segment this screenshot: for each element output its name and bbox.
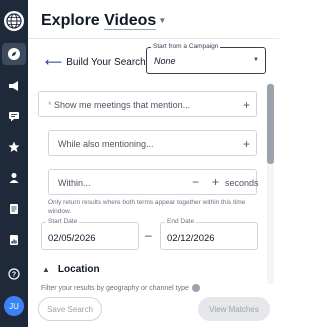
sidebar: ? JU [0, 0, 28, 327]
within-hint: Only return results where both terms app… [48, 199, 246, 215]
save-search-button[interactable]: Save Search [38, 297, 102, 321]
start-date-field[interactable]: Start Date 02/05/2026 [41, 218, 139, 250]
plus-icon[interactable]: + [243, 137, 250, 151]
start-date-label: Start Date [46, 218, 80, 225]
globe-logo-icon[interactable] [4, 11, 24, 31]
chevron-up-icon: ▲ [42, 265, 50, 274]
user-icon[interactable] [4, 168, 24, 188]
divider [28, 38, 279, 39]
campaign-select[interactable]: Start from a Campaign None ▼ [146, 43, 266, 74]
star-icon[interactable] [4, 137, 24, 157]
meetings-mention-input[interactable]: * Show me meetings that mention... + [38, 91, 257, 117]
minus-icon[interactable]: − [192, 175, 199, 189]
compass-icon[interactable] [2, 43, 26, 65]
meetings-placeholder: Show me meetings that mention... [54, 100, 191, 110]
chevron-down-icon: ▼ [253, 57, 259, 63]
arrow-left-icon: ⟵ [45, 55, 63, 69]
end-date-value: 02/12/2026 [167, 233, 215, 244]
document-icon[interactable] [4, 199, 24, 219]
scrollbar-thumb[interactable] [267, 84, 274, 164]
end-date-label: End Date [165, 218, 197, 225]
view-matches-button[interactable]: View Matches [198, 297, 270, 321]
plus-icon[interactable]: + [212, 175, 219, 189]
date-range-separator: – [145, 228, 152, 242]
svg-text:?: ? [12, 272, 16, 279]
within-unit: seconds [225, 178, 259, 188]
report-icon[interactable] [4, 230, 24, 250]
content-type-selector[interactable]: Videos [104, 12, 157, 30]
help-icon[interactable]: ? [4, 264, 24, 284]
within-placeholder: Within... [58, 178, 91, 188]
campaign-value: None [154, 56, 176, 66]
footer: Save Search View Matches [28, 292, 279, 327]
page-title: Explore Videos ▼ [41, 12, 166, 30]
info-icon[interactable] [191, 284, 200, 292]
also-mention-input[interactable]: While also mentioning... + [48, 130, 257, 156]
location-section-toggle[interactable]: ▲ Location [42, 264, 100, 275]
main-panel: Explore Videos ▼ ⟵ Build Your Search Star… [28, 0, 279, 327]
message-icon[interactable] [4, 106, 24, 126]
back-button[interactable]: ⟵ Build Your Search [45, 55, 146, 69]
plus-icon[interactable]: + [243, 98, 250, 112]
back-label: Build Your Search [66, 56, 146, 68]
avatar[interactable]: JU [4, 296, 24, 316]
campaign-label: Start from a Campaign [151, 43, 221, 50]
location-label: Location [57, 264, 100, 275]
location-hint: Filter your results by geography or chan… [41, 284, 200, 292]
scrollbar[interactable] [267, 82, 274, 284]
title-prefix: Explore [41, 12, 100, 29]
required-mark: * [48, 100, 52, 110]
end-date-field[interactable]: End Date 02/12/2026 [160, 218, 258, 250]
chevron-down-icon[interactable]: ▼ [158, 16, 166, 25]
also-placeholder: While also mentioning... [58, 139, 154, 149]
within-seconds-stepper[interactable]: Within... − + seconds [48, 169, 259, 195]
start-date-value: 02/05/2026 [48, 233, 96, 244]
location-hint-text: Filter your results by geography or chan… [41, 284, 189, 292]
megaphone-icon[interactable] [4, 76, 24, 96]
